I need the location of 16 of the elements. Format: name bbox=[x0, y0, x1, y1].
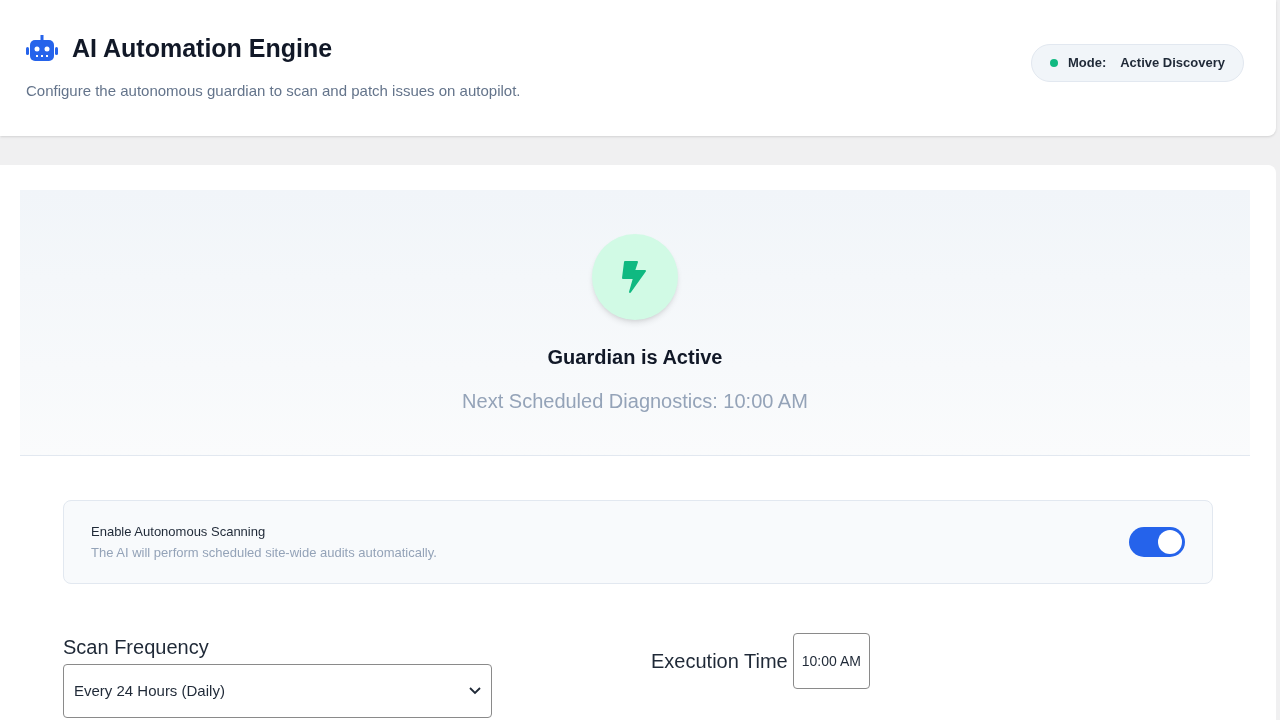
time-input[interactable]: 10:00 AM bbox=[792, 633, 870, 689]
status-title: Guardian is Active bbox=[547, 345, 723, 370]
lightning-icon bbox=[622, 260, 648, 294]
next-run-text: Next Scheduled Diagnostics: 10:00 AM bbox=[462, 389, 808, 414]
robot-icon bbox=[26, 34, 58, 63]
mode-label: Mode: bbox=[1067, 54, 1107, 73]
toggle-switch[interactable] bbox=[1129, 527, 1185, 557]
setting-description: The AI will perform scheduled site-wide audits automatically. bbox=[91, 544, 437, 562]
page-subtitle: Configure the autonomous guardian to scan and patch issues on autopilot. bbox=[26, 80, 521, 101]
setting-label: Enable Autonomous Scanning bbox=[91, 522, 267, 541]
mode-value: Active Discovery bbox=[1120, 54, 1225, 73]
frequency-select[interactable]: Every 24 Hours (Daily) bbox=[63, 664, 492, 718]
page-title: AI Automation Engine bbox=[72, 33, 333, 64]
chevron-down-icon bbox=[469, 687, 481, 695]
field-label: Scan Frequency bbox=[63, 635, 210, 660]
field-label: Execution Time bbox=[651, 649, 788, 674]
